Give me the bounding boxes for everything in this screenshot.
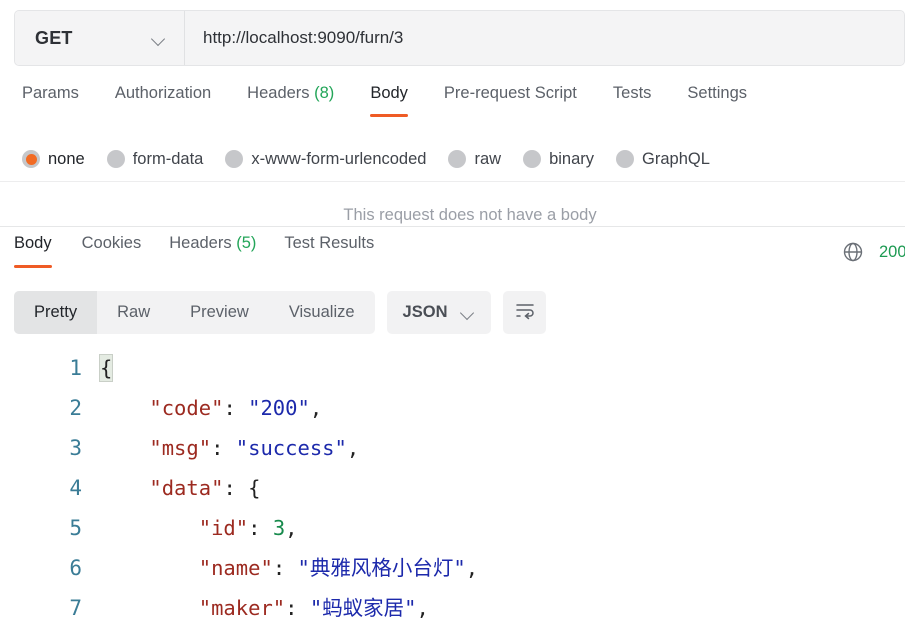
response-headers-count-badge: (5) <box>236 234 257 252</box>
line-number: 4 <box>69 476 82 500</box>
empty-body-message: This request does not have a body <box>343 206 597 224</box>
tab-label: Headers <box>247 84 310 102</box>
response-tab-headers[interactable]: Headers (5) <box>155 232 270 268</box>
tab-label: Pre-request Script <box>443 84 577 102</box>
code-line-content: "msg": "success", <box>149 436 360 460</box>
view-mode-preview[interactable]: Preview <box>170 291 269 334</box>
seg-label: Preview <box>190 303 249 321</box>
body-type-binary[interactable]: binary <box>523 150 594 169</box>
code-line-content: "maker": "蚂蚁家居", <box>198 596 429 620</box>
tab-headers[interactable]: Headers (8) <box>229 82 352 117</box>
tab-label: Cookies <box>81 234 142 252</box>
headers-count-badge: (8) <box>314 84 335 102</box>
tab-label: Headers <box>169 234 232 252</box>
view-mode-pretty[interactable]: Pretty <box>14 291 98 334</box>
code-line: 7 "maker": "蚂蚁家居", <box>0 588 905 628</box>
radio-label: x-www-form-urlencoded <box>251 149 427 168</box>
tab-label: Test Results <box>284 234 375 252</box>
body-type-x-www-form-urlencoded[interactable]: x-www-form-urlencoded <box>225 150 426 169</box>
code-line: 2 "code": "200", <box>0 388 905 428</box>
body-type-form-data[interactable]: form-data <box>106 149 204 169</box>
tab-authorization[interactable]: Authorization <box>97 82 229 117</box>
status-code: 200 <box>879 242 905 261</box>
tab-label: Body <box>14 234 52 252</box>
tab-params[interactable]: Params <box>14 82 97 117</box>
radio-label: GraphQL <box>642 149 710 168</box>
response-view-toolbar: Pretty Raw Preview Visualize JSON <box>14 291 547 334</box>
body-type-none[interactable]: none <box>22 150 85 169</box>
tab-label: Params <box>22 84 79 102</box>
view-mode-group: Pretty Raw Preview Visualize <box>14 291 375 334</box>
code-line-content: { <box>98 354 114 382</box>
radio-label: binary <box>549 149 595 168</box>
response-tab-test-results[interactable]: Test Results <box>270 232 388 268</box>
response-format-select[interactable]: JSON <box>386 291 492 334</box>
code-line-content: "code": "200", <box>149 396 323 420</box>
format-label: JSON <box>402 303 448 321</box>
line-number: 5 <box>69 516 82 540</box>
seg-label: Visualize <box>288 303 355 321</box>
radio-label: form-data <box>132 149 204 168</box>
url-bar: GET http://localhost:9090/furn/3 <box>14 10 905 66</box>
radio-icon <box>523 150 542 168</box>
body-type-raw[interactable]: raw <box>448 150 501 169</box>
postman-request-response-view: GET http://localhost:9090/furn/3 Params … <box>0 0 905 638</box>
wrap-lines-button[interactable] <box>503 291 547 334</box>
request-tabs: Params Authorization Headers (8) Body Pr… <box>0 82 905 126</box>
response-tabs: Body Cookies Headers (5) Test Results <box>0 232 905 278</box>
line-number: 7 <box>69 596 82 620</box>
view-mode-visualize[interactable]: Visualize <box>269 291 375 334</box>
seg-label: Raw <box>117 303 151 321</box>
line-number: 1 <box>69 356 82 380</box>
seg-label: Pretty <box>34 303 78 321</box>
code-line: 4 "data": { <box>0 468 905 508</box>
wrap-lines-icon <box>514 299 536 326</box>
tab-label: Tests <box>612 84 652 102</box>
http-method-label: GET <box>35 27 73 48</box>
response-tab-body[interactable]: Body <box>14 232 68 268</box>
response-divider <box>0 226 905 227</box>
view-mode-raw[interactable]: Raw <box>97 291 170 334</box>
code-line-content: "data": { <box>149 476 261 500</box>
tab-settings[interactable]: Settings <box>669 82 765 117</box>
divider <box>0 181 905 182</box>
radio-label: none <box>48 149 85 168</box>
response-body-code-viewer[interactable]: 1 { 2 "code": "200", 3 "msg": "success",… <box>0 348 905 638</box>
radio-label: raw <box>474 149 502 168</box>
tab-pre-request-script[interactable]: Pre-request Script <box>426 82 595 117</box>
response-tab-cookies[interactable]: Cookies <box>68 232 156 268</box>
response-meta: 200 <box>841 240 905 264</box>
url-input[interactable]: http://localhost:9090/furn/3 <box>185 11 904 65</box>
radio-selected-icon <box>22 150 40 168</box>
code-line-content: "name": "典雅风格小台灯", <box>198 556 479 580</box>
tab-label: Body <box>370 84 408 102</box>
tab-tests[interactable]: Tests <box>595 82 670 117</box>
tab-body[interactable]: Body <box>352 82 426 117</box>
body-type-graphql[interactable]: GraphQL <box>616 150 710 169</box>
code-line: 6 "name": "典雅风格小台灯", <box>0 548 905 588</box>
body-type-radio-group: none form-data x-www-form-urlencoded raw… <box>0 142 905 176</box>
globe-icon[interactable] <box>841 240 865 264</box>
chevron-down-icon <box>152 34 166 43</box>
radio-icon <box>225 150 244 168</box>
code-line: 1 { <box>0 348 905 388</box>
code-line: 3 "msg": "success", <box>0 428 905 468</box>
http-method-select[interactable]: GET <box>15 11 185 65</box>
chevron-down-icon <box>461 308 475 317</box>
line-number: 6 <box>69 556 82 580</box>
tab-label: Settings <box>687 84 748 102</box>
tab-label: Authorization <box>114 84 212 102</box>
line-number: 2 <box>69 396 82 420</box>
radio-icon <box>106 150 125 168</box>
radio-icon <box>448 150 467 168</box>
code-line-content: "id": 3, <box>198 516 298 540</box>
line-number: 3 <box>69 436 82 460</box>
code-line: 5 "id": 3, <box>0 508 905 548</box>
radio-icon <box>616 150 635 168</box>
